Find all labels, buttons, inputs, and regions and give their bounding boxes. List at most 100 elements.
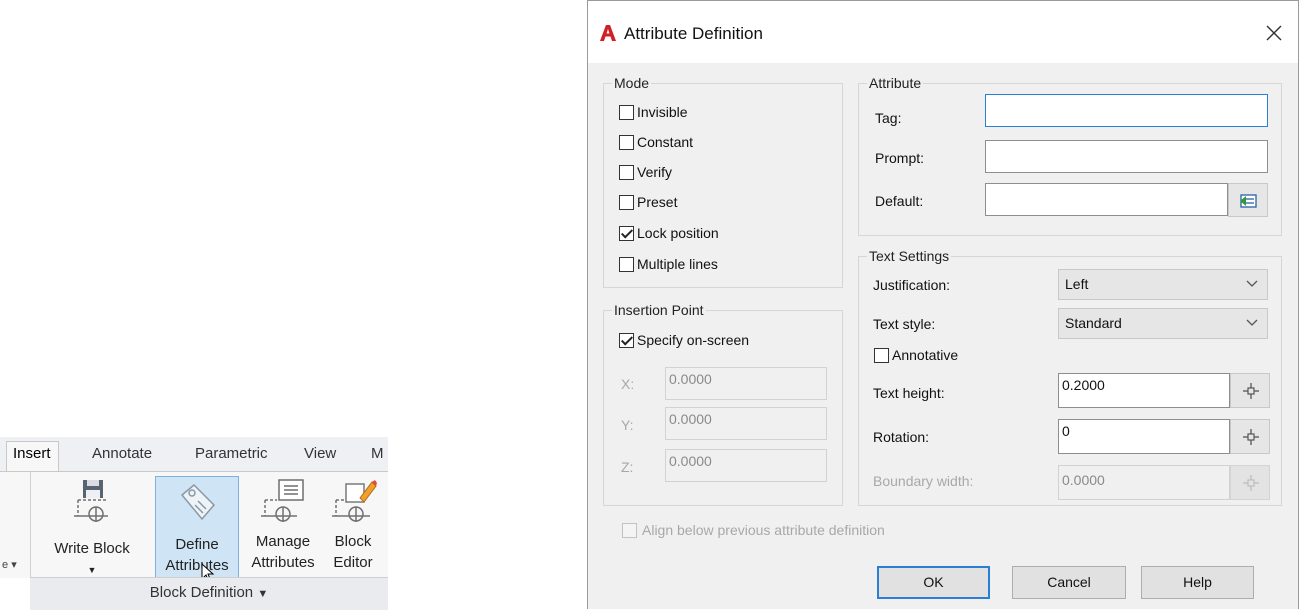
x-label: X: xyxy=(621,376,635,392)
tab-annotate[interactable]: Annotate xyxy=(92,445,152,462)
specify-on-screen-label: Specify on-screen xyxy=(637,332,750,348)
title-bar: Attribute Definition xyxy=(588,1,1298,63)
previous-panel-arrow: ▾ xyxy=(11,559,17,571)
tab-parametric[interactable]: Parametric xyxy=(195,445,268,462)
tag-icon xyxy=(180,483,216,521)
prompt-input[interactable] xyxy=(985,140,1268,173)
tab-more[interactable]: M xyxy=(371,445,384,462)
annotative-checkbox[interactable]: Annotative xyxy=(874,347,958,363)
pick-point-icon xyxy=(1243,383,1259,399)
verify-checkbox[interactable]: Verify xyxy=(619,164,672,180)
constant-checkbox[interactable]: Constant xyxy=(619,134,693,150)
tag-input[interactable] xyxy=(985,94,1268,127)
align-below-checkbox: Align below previous attribute definitio… xyxy=(622,522,885,538)
y-field: 0.0000 xyxy=(665,407,827,440)
multiple-lines-label: Multiple lines xyxy=(637,256,718,272)
checkbox-box xyxy=(874,347,889,363)
text-settings-legend: Text Settings xyxy=(867,248,952,264)
tab-view[interactable]: View xyxy=(304,445,336,462)
rotation-input[interactable]: 0 xyxy=(1058,419,1230,454)
autocad-logo-icon xyxy=(600,25,616,41)
justification-select[interactable]: Left xyxy=(1058,269,1268,300)
text-height-label: Text height: xyxy=(873,385,945,401)
attribute-legend: Attribute xyxy=(867,75,924,91)
block-editor-label-line1: Block xyxy=(334,533,372,550)
text-height-input[interactable]: 0.2000 xyxy=(1058,373,1230,408)
write-block-label: Write Block xyxy=(54,540,130,557)
block-editor-icon xyxy=(332,480,377,522)
boundary-width-label: Boundary width: xyxy=(873,473,974,489)
ribbon: Insert Annotate Parametric View M e ▾ Wr… xyxy=(0,437,388,610)
boundary-width-pick-button xyxy=(1230,465,1270,500)
chevron-down-icon xyxy=(1246,280,1258,287)
text-style-select[interactable]: Standard xyxy=(1058,308,1268,339)
justification-label: Justification: xyxy=(873,277,951,293)
multiple-lines-checkbox[interactable]: Multiple lines xyxy=(619,256,718,272)
y-label: Y: xyxy=(621,417,634,433)
checkbox-box-disabled xyxy=(622,522,637,538)
preset-checkbox[interactable]: Preset xyxy=(619,194,677,210)
annotative-label: Annotative xyxy=(892,347,959,363)
insert-field-button[interactable] xyxy=(1228,183,1268,217)
specify-on-screen-checkbox[interactable]: Specify on-screen xyxy=(619,332,749,348)
justification-value: Left xyxy=(1065,276,1089,292)
invisible-checkbox[interactable]: Invisible xyxy=(619,104,688,120)
preset-label: Preset xyxy=(637,194,678,210)
default-input[interactable] xyxy=(985,183,1228,216)
rotation-pick-button[interactable] xyxy=(1230,419,1270,454)
block-editor-label-line2: Editor xyxy=(333,554,373,571)
lock-position-checkbox[interactable]: Lock position xyxy=(619,225,719,241)
invisible-label: Invisible xyxy=(637,104,688,120)
pick-point-icon xyxy=(1243,475,1259,491)
dialog-title: Attribute Definition xyxy=(624,24,763,43)
text-style-label: Text style: xyxy=(873,316,936,332)
previous-panel-label: e xyxy=(2,559,9,571)
checkbox-box-checked xyxy=(619,225,634,241)
chevron-down-icon xyxy=(1246,319,1258,326)
define-attributes-button[interactable]: Define Attributes xyxy=(155,476,239,583)
default-label: Default: xyxy=(875,193,924,209)
manage-attributes-label-line1: Manage xyxy=(255,533,311,550)
mode-legend: Mode xyxy=(612,75,652,91)
checkbox-box xyxy=(619,164,634,180)
tag-label: Tag: xyxy=(875,110,902,126)
manage-attributes-icon xyxy=(261,479,304,522)
text-style-value: Standard xyxy=(1065,315,1122,331)
write-block-icon xyxy=(74,480,108,522)
checkbox-box xyxy=(619,134,634,150)
define-attributes-label-line2: Attributes xyxy=(165,557,229,574)
tab-insert[interactable]: Insert xyxy=(6,441,59,471)
help-button[interactable]: Help xyxy=(1141,566,1254,599)
checkbox-box xyxy=(619,104,634,120)
ribbon-tab-bar: Insert Annotate Parametric View M xyxy=(0,437,388,471)
insertion-point-legend: Insertion Point xyxy=(612,302,706,318)
lock-position-label: Lock position xyxy=(637,225,719,241)
z-field: 0.0000 xyxy=(665,449,827,482)
write-block-button[interactable]: Write Block ▼ xyxy=(42,474,142,575)
ok-button[interactable]: OK xyxy=(877,566,990,599)
prompt-label: Prompt: xyxy=(875,150,925,166)
panel-title-block-definition[interactable]: Block Definition ▼ xyxy=(30,577,388,610)
rotation-label: Rotation: xyxy=(873,429,930,445)
block-editor-button[interactable]: Block Editor xyxy=(326,474,380,574)
boundary-width-field: 0.0000 xyxy=(1058,465,1230,500)
define-attributes-label-line1: Define xyxy=(175,536,219,553)
pick-point-icon xyxy=(1243,429,1259,445)
checkbox-box xyxy=(619,194,634,210)
checkbox-box-checked xyxy=(619,332,634,348)
cancel-button[interactable]: Cancel xyxy=(1012,566,1126,599)
align-below-label: Align below previous attribute definitio… xyxy=(642,522,885,538)
manage-attributes-button[interactable]: Manage Attributes xyxy=(241,474,325,574)
z-label: Z: xyxy=(621,459,634,475)
checkbox-box xyxy=(619,256,634,272)
panel-expand-icon: ▼ xyxy=(257,588,269,600)
manage-attributes-label-line2: Attributes xyxy=(251,554,315,571)
ribbon-panel-body: e ▾ Write Block ▼ Define Attributes Mana… xyxy=(0,471,388,610)
x-field: 0.0000 xyxy=(665,367,827,400)
previous-panel-edge[interactable]: e ▾ xyxy=(2,558,17,571)
close-icon[interactable] xyxy=(1262,21,1286,45)
panel-title-label: Block Definition xyxy=(149,584,254,601)
text-height-pick-button[interactable] xyxy=(1230,373,1270,408)
verify-label: Verify xyxy=(637,164,673,180)
constant-label: Constant xyxy=(637,134,694,150)
